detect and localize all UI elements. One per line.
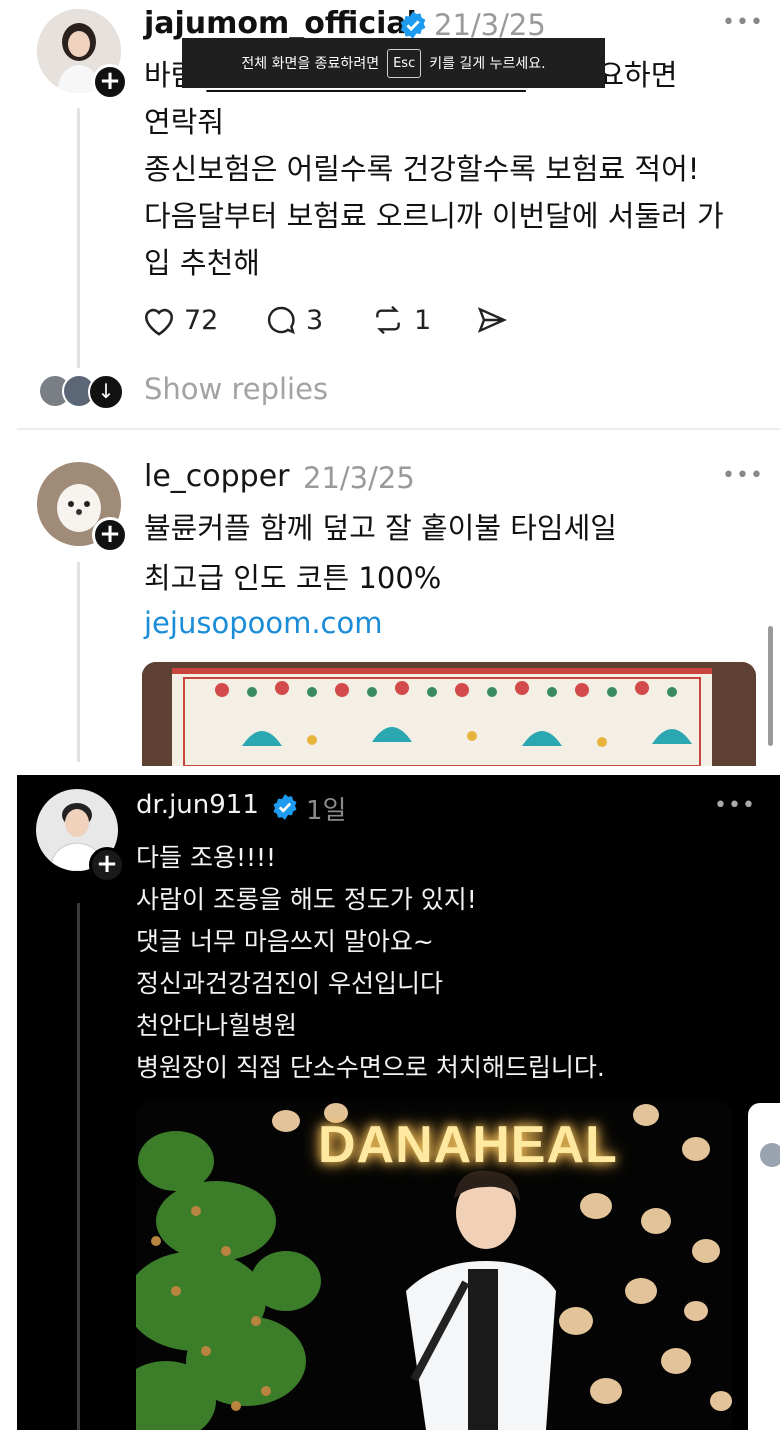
- repost-icon: [376, 305, 400, 335]
- more-icon[interactable]: •••: [714, 793, 756, 818]
- repost-count: 1: [414, 304, 432, 336]
- like-button[interactable]: 72: [142, 304, 218, 336]
- follow-plus-icon[interactable]: +: [92, 517, 128, 553]
- scrollbar[interactable]: [768, 626, 773, 746]
- post-body: 다들 조용!!!! 사람이 조롱을 해도 정도가 있지! 댓글 너무 마음쓰지 …: [136, 843, 605, 1082]
- divider: [17, 428, 780, 430]
- show-replies-link[interactable]: Show replies: [144, 372, 328, 406]
- post-link[interactable]: jejusopoom.com: [144, 606, 383, 640]
- toast-text-after: 키를 길게 누르세요.: [429, 56, 546, 72]
- timestamp: 21/3/25: [434, 8, 546, 42]
- share-button[interactable]: [474, 304, 518, 336]
- follow-plus-icon[interactable]: +: [89, 847, 125, 883]
- arrow-down-icon: ↓: [88, 374, 124, 410]
- image-title: DANAHEAL: [318, 1116, 618, 1174]
- thread-line: [77, 108, 80, 368]
- comment-count: 3: [306, 304, 324, 336]
- username[interactable]: jajumom_official: [144, 6, 417, 41]
- toast-text-before: 전체 화면을 종료하려면: [241, 56, 380, 72]
- dark-post-panel: + dr.jun911 1일 ••• 다들 조용!!!! 사람이 조롱을 해도 …: [17, 775, 780, 1430]
- heart-icon: [144, 308, 174, 336]
- repost-button[interactable]: 1: [370, 304, 431, 336]
- timestamp: 21/3/25: [303, 461, 415, 495]
- avatar: [760, 1143, 780, 1167]
- verified-icon: [273, 794, 297, 820]
- post-image-danaheal[interactable]: DANAHEAL: [136, 1101, 732, 1430]
- like-count: 72: [184, 304, 219, 336]
- timestamp: 1일: [306, 796, 347, 826]
- reply-avatars[interactable]: ↓: [38, 374, 128, 410]
- more-icon[interactable]: •••: [722, 463, 764, 488]
- username[interactable]: le_copper: [144, 459, 290, 494]
- verified-icon: [400, 11, 426, 39]
- more-icon[interactable]: •••: [722, 10, 764, 35]
- fullscreen-exit-toast: 전체 화면을 종료하려면 Esc 키를 길게 누르세요.: [182, 38, 605, 88]
- username[interactable]: dr.jun911: [136, 790, 259, 820]
- next-image-preview[interactable]: [748, 1103, 780, 1430]
- thread-line: [77, 562, 80, 762]
- comment-icon: [267, 306, 295, 335]
- thread-line: [77, 903, 80, 1430]
- share-icon: [477, 307, 507, 333]
- comment-button[interactable]: 3: [264, 304, 323, 336]
- post-image-blanket[interactable]: [142, 662, 756, 766]
- follow-plus-icon[interactable]: +: [92, 64, 128, 100]
- esc-key: Esc: [387, 48, 422, 78]
- post-body: 뷸륜커플 함께 덮고 잘 홑이불 타임세일 최고급 인도 코튼 100%: [144, 511, 617, 595]
